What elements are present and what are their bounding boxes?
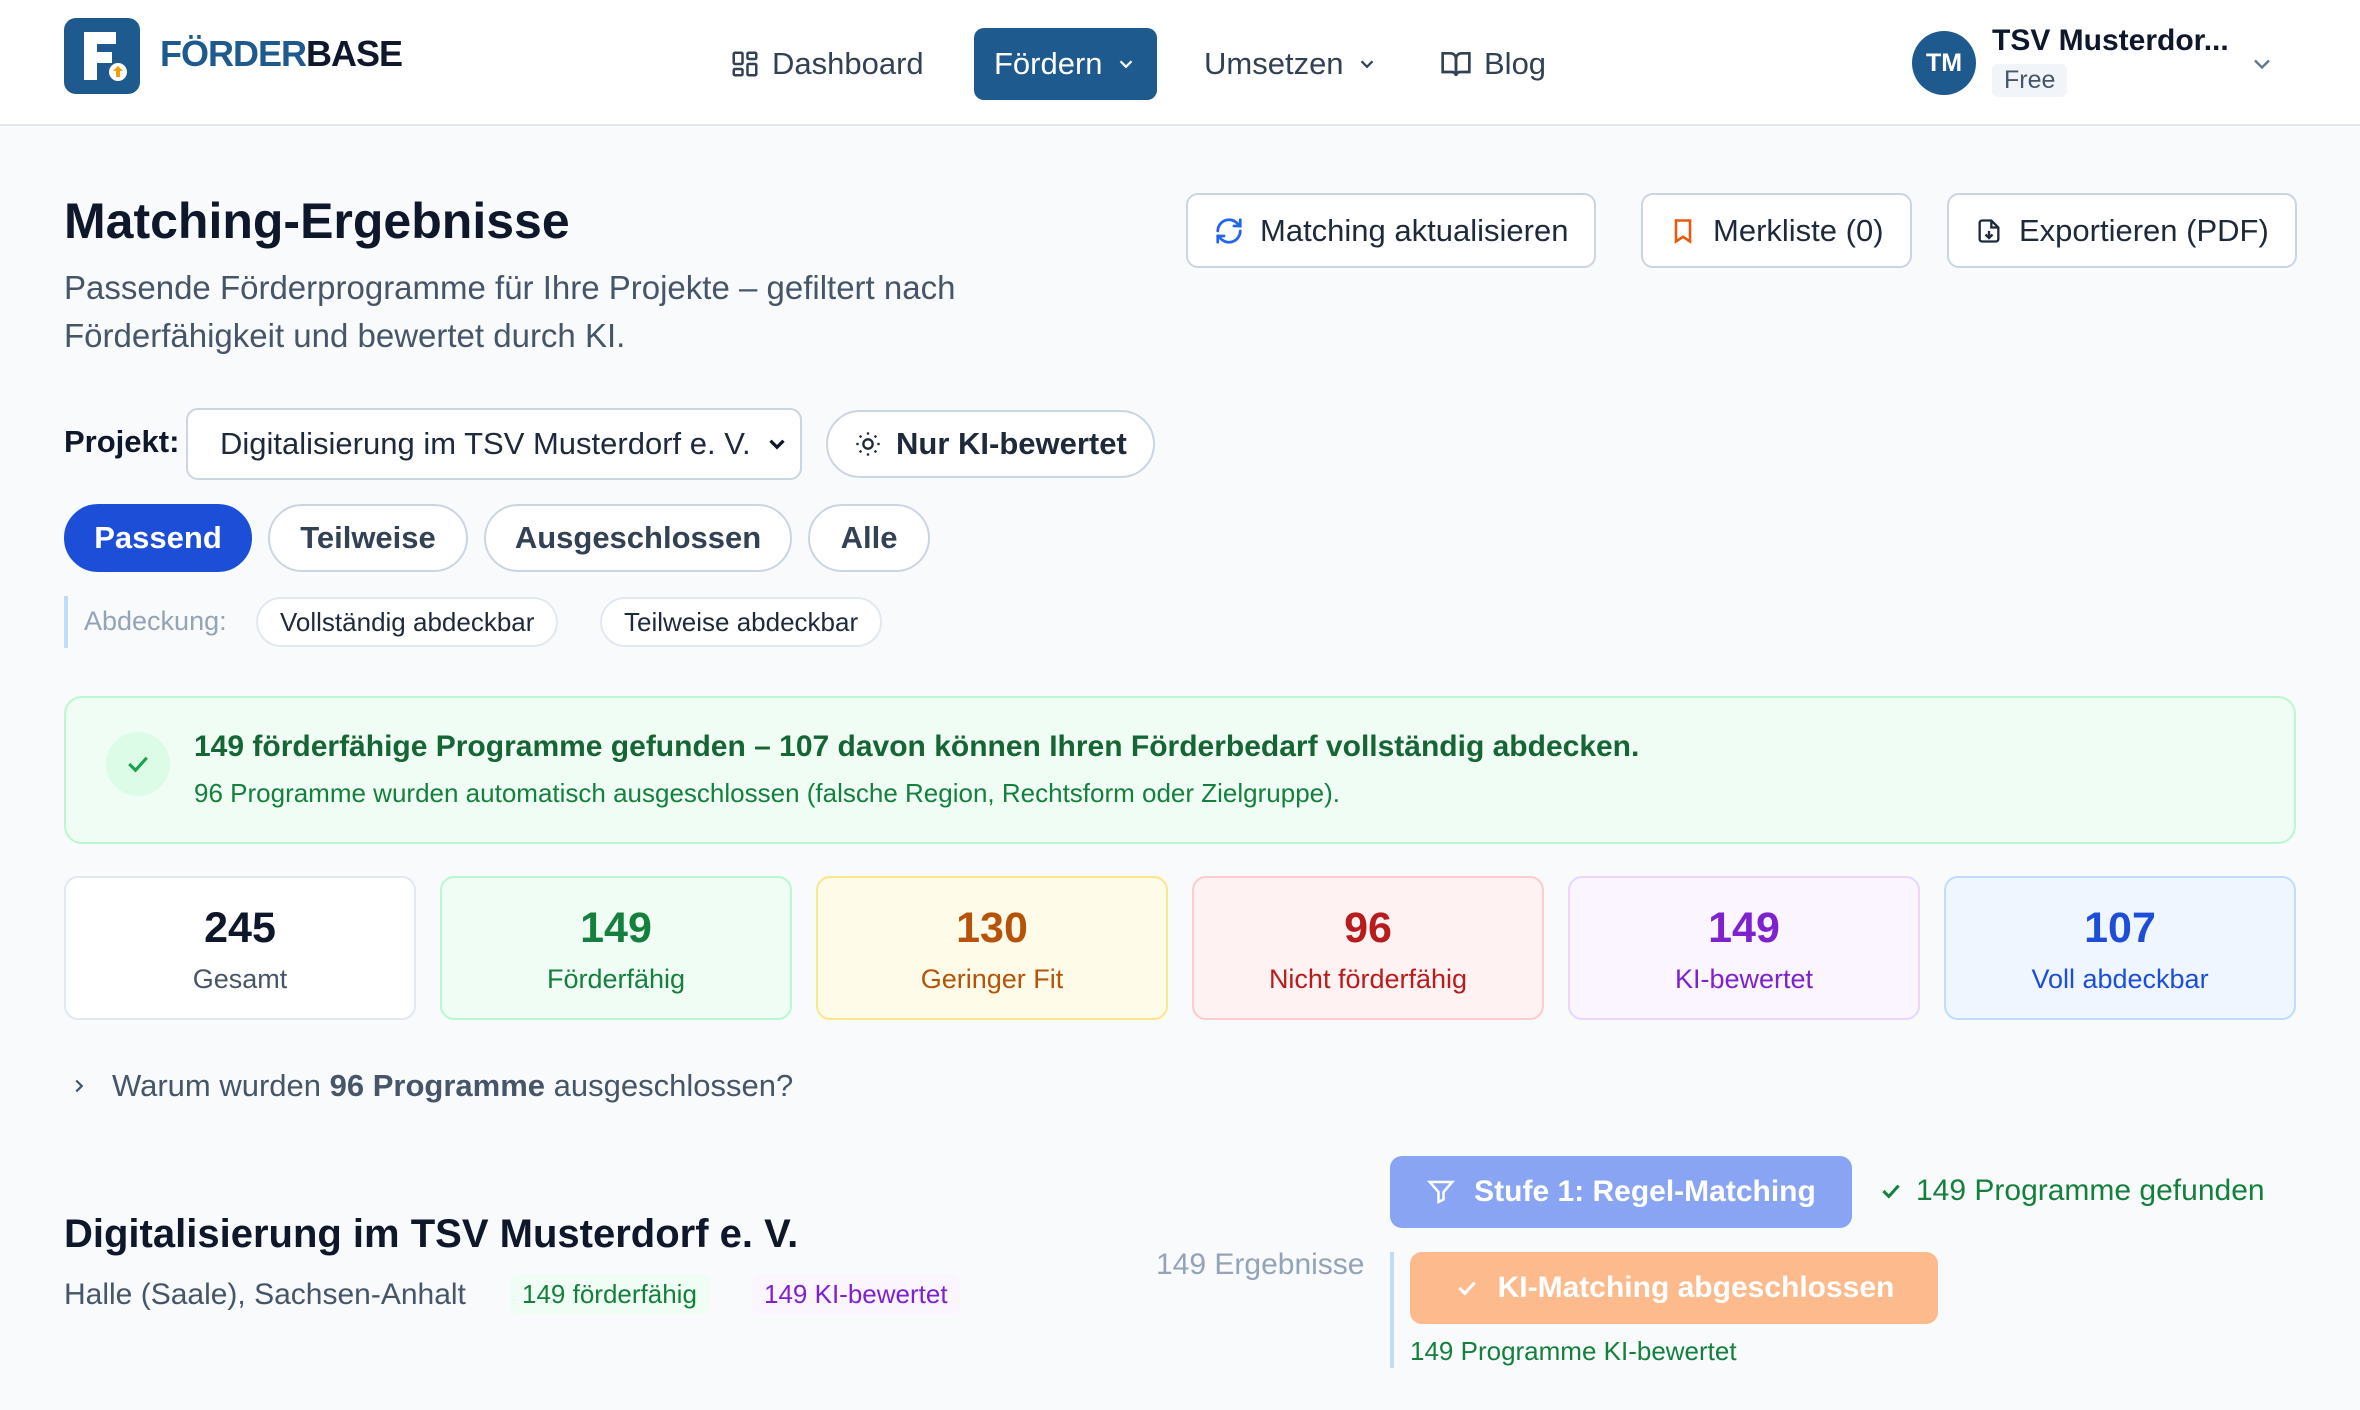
logo-icon[interactable] (64, 18, 140, 94)
check-circle-icon (106, 732, 170, 796)
stage2-label: KI-Matching abgeschlossen (1497, 1271, 1895, 1304)
refresh-icon (1214, 216, 1244, 246)
project-location: Halle (Saale), Sachsen-Anhalt (64, 1278, 466, 1311)
stat-value: 245 (204, 904, 276, 952)
stage2-result: 149 Programme KI-bewertet (1410, 1336, 1737, 1366)
nav-umsetzen-label: Umsetzen (1204, 46, 1344, 81)
bookmark-icon (1669, 216, 1697, 246)
page-title: Matching-Ergebnisse (64, 193, 570, 249)
brand-name[interactable]: FÖRDERBASE (160, 32, 403, 76)
project-select-value: Digitalisierung im TSV Musterdorf e. V. (220, 426, 751, 461)
ki-rated-tag: 149 KI-bewertet (752, 1274, 960, 1314)
banner-title: 149 förderfähige Programme gefunden – 10… (194, 730, 1640, 763)
nav-umsetzen[interactable]: Umsetzen (1184, 28, 1398, 100)
banner-text: 96 Programme wurden automatisch ausgesch… (194, 778, 1341, 808)
why-excluded-text: Warum wurden 96 Programme ausgeschlossen… (112, 1068, 794, 1103)
stage-connector (1390, 1252, 1394, 1368)
watchlist-label: Merkliste (0) (1713, 212, 1884, 248)
stage1-result-text: 149 Programme gefunden (1916, 1174, 2265, 1207)
stat-label: Gesamt (192, 964, 288, 994)
stat-value: 130 (956, 904, 1028, 952)
nav-dashboard-label: Dashboard (772, 46, 924, 81)
plan-badge: Free (1992, 64, 2068, 97)
stat-label: Voll abdeckbar (2031, 964, 2209, 994)
stat-card-low-fit[interactable]: 130 Geringer Fit (816, 876, 1168, 1020)
tab-alle[interactable]: Alle (808, 504, 930, 572)
top-navigation-bar: FÖRDERBASE Dashboard Fördern Umsetzen Bl… (0, 0, 2360, 126)
stat-value: 107 (2084, 904, 2156, 952)
tab-passend[interactable]: Passend (64, 504, 252, 572)
lightbulb-icon (854, 430, 882, 458)
file-download-icon (1975, 216, 2003, 246)
export-pdf-button[interactable]: Exportieren (PDF) (1947, 193, 2297, 268)
check-icon (1454, 1275, 1480, 1301)
stat-value: 96 (1344, 904, 1392, 952)
stat-card-not-eligible[interactable]: 96 Nicht förderfähig (1192, 876, 1544, 1020)
stage1-result: 149 Programme gefunden (1878, 1174, 2265, 1208)
stat-label: KI-bewertet (1674, 964, 1814, 994)
project-section-title: Digitalisierung im TSV Musterdorf e. V. (64, 1212, 799, 1256)
stat-card-eligible[interactable]: 149 Förderfähig (440, 876, 792, 1020)
refresh-matching-label: Matching aktualisieren (1260, 212, 1569, 248)
nav-foerdern-label: Fördern (994, 46, 1103, 81)
tab-teilweise[interactable]: Teilweise (268, 504, 468, 572)
stage2-ki-matching-badge: KI-Matching abgeschlossen (1410, 1252, 1938, 1324)
chevron-down-icon (1115, 53, 1137, 75)
results-summary-banner: 149 förderfähige Programme gefunden – 10… (64, 696, 2296, 844)
nav-blog-label: Blog (1484, 46, 1547, 81)
stat-card-total[interactable]: 245 Gesamt (64, 876, 416, 1020)
coverage-full-chip[interactable]: Vollständig abdeckbar (256, 597, 559, 647)
ki-only-toggle[interactable]: Nur KI-bewertet (826, 410, 1155, 478)
coverage-divider (64, 596, 68, 648)
nav-blog[interactable]: Blog (1420, 28, 1566, 100)
page-subtitle: Passende Förderprogramme für Ihre Projek… (64, 269, 956, 354)
coverage-partial-chip[interactable]: Teilweise abdeckbar (600, 597, 883, 647)
chevron-down-icon (1356, 53, 1378, 75)
tab-ausgeschlossen[interactable]: Ausgeschlossen (484, 504, 792, 572)
chevron-down-icon (764, 431, 790, 457)
book-icon (1440, 48, 1472, 80)
stat-value: 149 (1708, 904, 1780, 952)
stage1-rule-matching-badge: Stufe 1: Regel-Matching (1390, 1156, 1852, 1228)
stat-label: Förderfähig (546, 964, 686, 994)
stat-card-ki-rated[interactable]: 149 KI-bewertet (1568, 876, 1920, 1020)
chevron-right-icon (68, 1075, 90, 1097)
results-count: 149 Ergebnisse (1156, 1248, 1365, 1281)
check-icon (1878, 1178, 1904, 1204)
export-pdf-label: Exportieren (PDF) (2019, 212, 2269, 248)
stat-value: 149 (580, 904, 652, 952)
user-menu-chevron-icon[interactable] (2248, 50, 2276, 78)
stat-card-fully-coverable[interactable]: 107 Voll abdeckbar (1944, 876, 2296, 1020)
user-name[interactable]: TSV Musterdor... (1992, 24, 2229, 58)
stat-label: Geringer Fit (920, 964, 1064, 994)
refresh-matching-button[interactable]: Matching aktualisieren (1186, 193, 1597, 268)
grid-icon (730, 49, 760, 79)
watchlist-button[interactable]: Merkliste (0) (1641, 193, 1912, 268)
avatar[interactable]: TM (1912, 31, 1976, 95)
project-select[interactable]: Digitalisierung im TSV Musterdorf e. V. (186, 408, 802, 480)
coverage-label: Abdeckung: (84, 606, 227, 636)
nav-dashboard[interactable]: Dashboard (710, 28, 944, 100)
eligible-tag: 149 förderfähig (510, 1274, 709, 1314)
filter-icon (1426, 1177, 1456, 1207)
why-excluded-toggle[interactable]: Warum wurden 96 Programme ausgeschlossen… (68, 1068, 793, 1104)
nav-foerdern[interactable]: Fördern (974, 28, 1157, 100)
ki-only-label: Nur KI-bewertet (896, 426, 1127, 461)
stat-label: Nicht förderfähig (1268, 964, 1468, 994)
stage1-label: Stufe 1: Regel-Matching (1474, 1175, 1816, 1208)
project-label: Projekt: (64, 424, 180, 459)
